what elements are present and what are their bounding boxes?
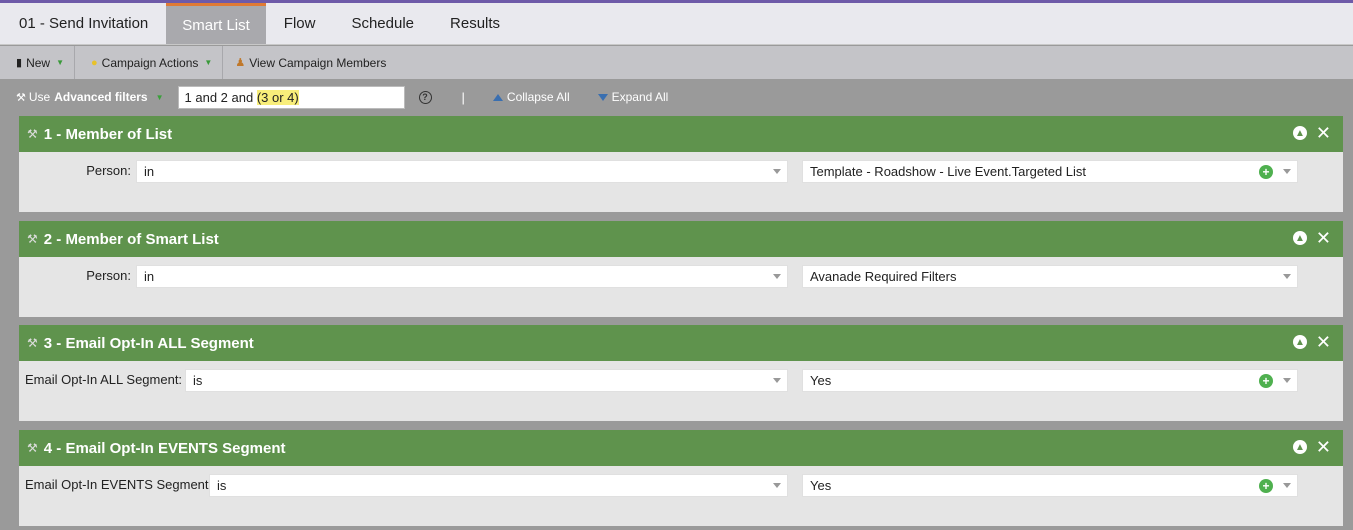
value-select[interactable]: Avanade Required Filters xyxy=(802,265,1298,288)
dropdown-arrow-icon xyxy=(773,378,781,383)
wrench-icon: ⚒ xyxy=(16,91,26,104)
advanced-filters-toggle[interactable]: ⚒ Use Advanced filters ▼ xyxy=(0,90,164,104)
move-up-icon[interactable]: ▲ xyxy=(1292,231,1307,245)
filter-controls: ▲ ✕ xyxy=(1292,124,1331,142)
new-icon: ▮ xyxy=(16,57,23,69)
view-campaign-members-button[interactable]: ♟ View Campaign Members xyxy=(223,46,396,79)
tab-smart-list[interactable]: Smart List xyxy=(166,3,266,44)
operator-select[interactable]: in xyxy=(136,265,788,288)
dropdown-arrow-icon xyxy=(773,483,781,488)
value-text: Avanade Required Filters xyxy=(810,269,957,284)
separator: | xyxy=(461,89,465,105)
filter-logic-input[interactable]: 1 and 2 and (3 or 4) xyxy=(177,85,405,109)
new-menu-button[interactable]: ▮ New ▼ xyxy=(0,46,74,79)
filter-controls: ▲ ✕ xyxy=(1292,229,1331,247)
value-select[interactable]: Yes + xyxy=(802,369,1298,392)
wrench-icon: ⚒ xyxy=(27,441,38,455)
expand-all-button[interactable]: Expand All xyxy=(597,90,669,104)
filter-title: 1 - Member of List xyxy=(43,125,173,143)
collapse-all-button[interactable]: Collapse All xyxy=(492,90,570,104)
dropdown-arrow-icon xyxy=(1283,274,1291,279)
wrench-icon: ⚒ xyxy=(27,232,38,246)
filter-card: ⚒ 1 - Member of List ▲ ✕ Person: in Temp… xyxy=(19,116,1343,212)
dropdown-arrow-icon xyxy=(1283,483,1291,488)
wrench-icon: ⚒ xyxy=(27,336,38,350)
filter-row: Email Opt-In EVENTS Segment: is Yes + xyxy=(19,466,1343,526)
add-icon[interactable]: + xyxy=(1259,479,1273,493)
filter-card: ⚒ 4 - Email Opt-In EVENTS Segment ▲ ✕ Em… xyxy=(19,430,1343,526)
filter-title: 4 - Email Opt-In EVENTS Segment xyxy=(43,439,286,457)
filter-row: Person: in Avanade Required Filters xyxy=(19,257,1343,317)
campaign-actions-label: Campaign Actions xyxy=(101,55,199,70)
chevron-down-icon: ▼ xyxy=(204,58,213,67)
operator-select[interactable]: is xyxy=(185,369,788,392)
logic-highlight: (3 or 4) xyxy=(256,89,299,105)
value-text: Template - Roadshow - Live Event.Targete… xyxy=(810,164,1087,179)
filter-label: Person: xyxy=(86,163,131,178)
operator-value: in xyxy=(144,269,155,284)
wrench-icon: ⚒ xyxy=(27,127,38,141)
filter-card: ⚒ 2 - Member of Smart List ▲ ✕ Person: i… xyxy=(19,221,1343,317)
view-members-label: View Campaign Members xyxy=(249,55,387,70)
operator-select[interactable]: is xyxy=(209,474,788,497)
filter-header[interactable]: ⚒ 4 - Email Opt-In EVENTS Segment ▲ ✕ xyxy=(19,430,1343,466)
filter-header[interactable]: ⚒ 2 - Member of Smart List ▲ ✕ xyxy=(19,221,1343,257)
close-icon[interactable]: ✕ xyxy=(1316,438,1331,456)
filter-title: 3 - Email Opt-In ALL Segment xyxy=(43,334,254,352)
filter-row: Person: in Template - Roadshow - Live Ev… xyxy=(19,152,1343,212)
close-icon[interactable]: ✕ xyxy=(1316,229,1331,247)
filter-row: Email Opt-In ALL Segment: is Yes + xyxy=(19,361,1343,421)
filter-controls: ▲ ✕ xyxy=(1292,333,1331,351)
add-icon[interactable]: + xyxy=(1259,165,1273,179)
filter-header[interactable]: ⚒ 3 - Email Opt-In ALL Segment ▲ ✕ xyxy=(19,325,1343,361)
dropdown-arrow-icon xyxy=(773,274,781,279)
help-icon[interactable]: ? xyxy=(418,90,432,104)
tab-bar: 01 - Send Invitation Smart List Flow Sch… xyxy=(0,3,1353,45)
dropdown-arrow-icon xyxy=(1283,378,1291,383)
move-up-icon[interactable]: ▲ xyxy=(1292,335,1307,349)
expand-all-label: Expand All xyxy=(611,90,669,104)
members-icon: ♟ xyxy=(235,57,246,69)
chevron-down-icon: ▼ xyxy=(155,92,164,102)
triangle-down-icon xyxy=(597,93,608,101)
use-label: Use xyxy=(28,90,51,104)
tab-schedule[interactable]: Schedule xyxy=(333,3,432,44)
close-icon[interactable]: ✕ xyxy=(1316,333,1331,351)
filter-logic-bar: ⚒ Use Advanced filters ▼ 1 and 2 and (3 … xyxy=(0,80,1353,114)
operator-value: is xyxy=(193,373,203,388)
lightbulb-icon: ● xyxy=(91,56,98,69)
dropdown-arrow-icon xyxy=(1283,169,1291,174)
filter-header[interactable]: ⚒ 1 - Member of List ▲ ✕ xyxy=(19,116,1343,152)
new-label: New xyxy=(26,55,51,70)
operator-value: is xyxy=(217,478,227,493)
value-select[interactable]: Template - Roadshow - Live Event.Targete… xyxy=(802,160,1298,183)
filter-label: Person: xyxy=(86,268,131,283)
toolbar: ▮ New ▼ ● Campaign Actions ▼ ♟ View Camp… xyxy=(0,46,1353,79)
advanced-filters-label: Advanced filters xyxy=(54,90,148,104)
dropdown-arrow-icon xyxy=(773,169,781,174)
close-icon[interactable]: ✕ xyxy=(1316,124,1331,142)
operator-value: in xyxy=(144,164,155,179)
triangle-up-icon xyxy=(492,93,503,101)
collapse-all-label: Collapse All xyxy=(506,90,570,104)
filter-title: 2 - Member of Smart List xyxy=(43,230,219,248)
chevron-down-icon: ▼ xyxy=(56,58,64,67)
operator-select[interactable]: in xyxy=(136,160,788,183)
move-up-icon[interactable]: ▲ xyxy=(1292,440,1307,454)
tab-campaign-name[interactable]: 01 - Send Invitation xyxy=(0,3,166,44)
value-select[interactable]: Yes + xyxy=(802,474,1298,497)
filter-label: Email Opt-In EVENTS Segment: xyxy=(25,477,213,492)
value-text: Yes xyxy=(810,478,832,493)
tab-results[interactable]: Results xyxy=(432,3,518,44)
move-up-icon[interactable]: ▲ xyxy=(1292,126,1307,140)
add-icon[interactable]: + xyxy=(1259,374,1273,388)
value-text: Yes xyxy=(810,373,832,388)
filter-card: ⚒ 3 - Email Opt-In ALL Segment ▲ ✕ Email… xyxy=(19,325,1343,421)
filter-controls: ▲ ✕ xyxy=(1292,438,1331,456)
campaign-actions-button[interactable]: ● Campaign Actions ▼ xyxy=(75,46,222,79)
filter-label: Email Opt-In ALL Segment: xyxy=(25,372,183,387)
logic-text: 1 and 2 and xyxy=(184,89,257,105)
tab-flow[interactable]: Flow xyxy=(266,3,334,44)
